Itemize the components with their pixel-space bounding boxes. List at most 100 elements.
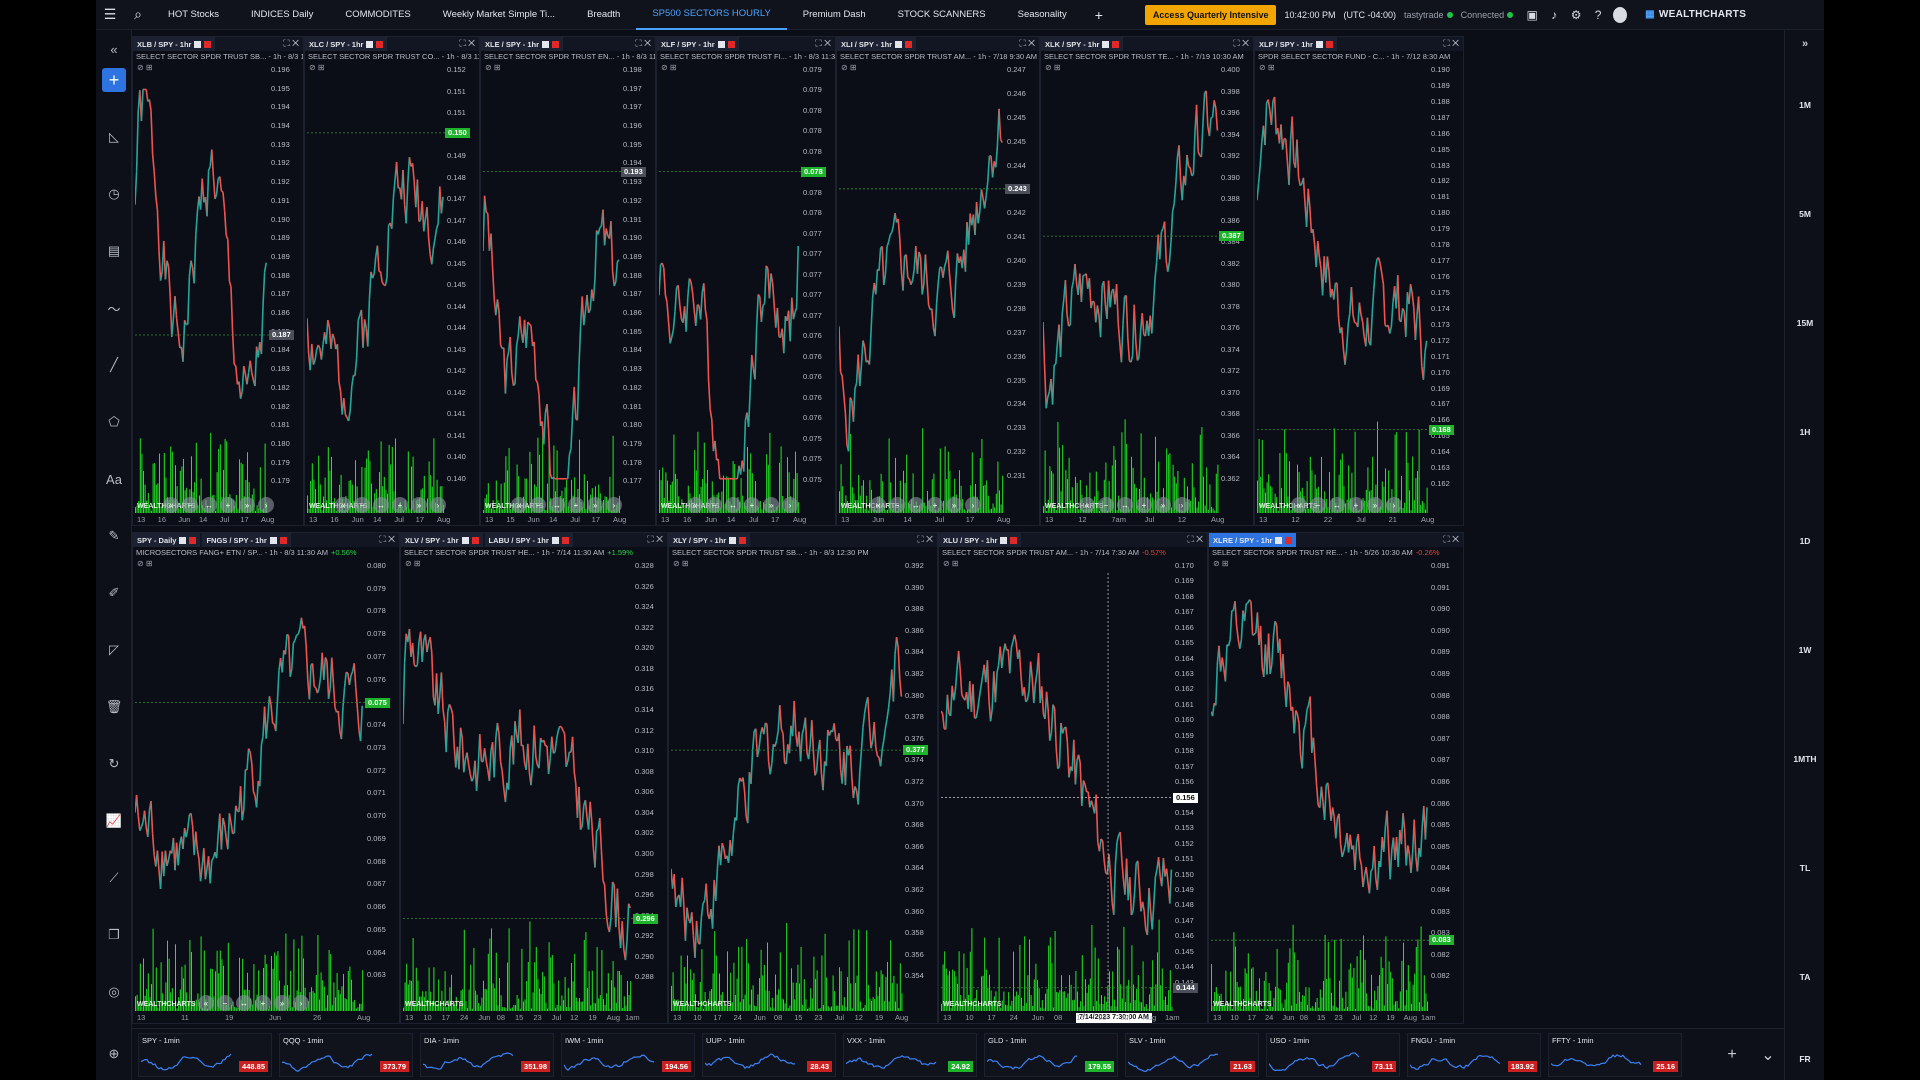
timezone[interactable]: (UTC -04:00) bbox=[1344, 10, 1397, 20]
calendar-icon[interactable]: ▤ bbox=[102, 239, 126, 263]
ticker-card[interactable]: GLD - 1min 179.55 bbox=[984, 1033, 1118, 1077]
symbol-chip[interactable]: XLRE / SPY - 1hr bbox=[1209, 533, 1297, 547]
chart-panel-2[interactable]: XLE / SPY - 1hr ⛶ ✕ SELECT SECTOR SPDR TRU… bbox=[480, 36, 656, 526]
panel-window-controls-icon[interactable]: ⛶ ✕ bbox=[635, 38, 651, 49]
remove-icon[interactable] bbox=[279, 536, 287, 544]
ticker-card[interactable]: IWM - 1min 194.56 bbox=[561, 1033, 695, 1077]
price-axis[interactable]: 0.198 0.197 0.197 0.196 0.195 0.194 0.193 0.192… bbox=[623, 65, 653, 495]
zoom-out-icon[interactable]: − bbox=[706, 497, 722, 513]
zoom-out-icon[interactable]: − bbox=[1310, 497, 1326, 513]
remove-icon[interactable] bbox=[1010, 536, 1018, 544]
indicator-toggle-icon[interactable]: ⊘ ⊞ bbox=[1213, 559, 1229, 568]
symbol-chip[interactable]: XLK / SPY - 1hr bbox=[1041, 37, 1124, 51]
remove-icon[interactable] bbox=[552, 40, 560, 48]
zoom-in-icon[interactable]: + bbox=[744, 497, 760, 513]
time-axis[interactable]: 13 Jun 14 Jul 17 Aug bbox=[837, 513, 1039, 525]
price-plot[interactable] bbox=[135, 573, 365, 1011]
tab-7[interactable]: STOCK SCANNERS bbox=[882, 0, 1002, 30]
reset-icon[interactable]: › bbox=[782, 497, 798, 513]
expand-strip-icon[interactable]: ⌄ bbox=[1748, 1037, 1788, 1073]
settings-icon[interactable] bbox=[179, 536, 187, 544]
tab-3[interactable]: Weekly Market Simple Ti... bbox=[427, 0, 571, 30]
ruler-icon[interactable]: ◺ bbox=[102, 125, 126, 149]
time-axis[interactable]: 13 12 7am Jul 12 Aug bbox=[1041, 513, 1253, 525]
zoom-out-icon[interactable]: − bbox=[1098, 497, 1114, 513]
text-tool-icon[interactable]: Aa bbox=[102, 467, 126, 491]
ticker-card[interactable]: FFTY - 1min 25.16 bbox=[1548, 1033, 1682, 1077]
tab-8[interactable]: Seasonality bbox=[1002, 0, 1083, 30]
remove-icon[interactable] bbox=[189, 536, 197, 544]
panel-window-controls-icon[interactable]: ⛶ ✕ bbox=[647, 534, 663, 545]
zoom-in-icon[interactable]: + bbox=[255, 995, 271, 1011]
time-axis[interactable]: 13 16 Jun 14 Jul 17 Aug bbox=[133, 513, 303, 525]
scroll-left-icon[interactable]: « bbox=[1291, 497, 1307, 513]
price-axis[interactable]: 0.392 0.390 0.388 0.386 0.384 0.382 0.380 0.378… bbox=[905, 561, 935, 993]
timeframe-1mth[interactable]: 1MTH bbox=[1785, 754, 1824, 764]
settings-icon[interactable] bbox=[895, 40, 903, 48]
timeframe-1h[interactable]: 1H bbox=[1785, 427, 1824, 437]
symbol-chip[interactable]: XLU / SPY - 1hr bbox=[939, 533, 1022, 547]
scroll-left-icon[interactable]: « bbox=[198, 995, 214, 1011]
scroll-right-icon[interactable]: » bbox=[946, 497, 962, 513]
price-plot[interactable] bbox=[135, 77, 269, 513]
panel-window-controls-icon[interactable]: ⛶ ✕ bbox=[1187, 534, 1203, 545]
ticker-card[interactable]: FNGU - 1min 183.92 bbox=[1407, 1033, 1541, 1077]
indicator-toggle-icon[interactable]: ⊘ ⊞ bbox=[673, 559, 689, 568]
chart-panel-8[interactable]: XLV / SPY - 1hr LABU / SPY - 1hr ⛶ ✕ SELECT… bbox=[400, 532, 668, 1024]
indicator-toggle-icon[interactable]: ⊘ ⊞ bbox=[1259, 63, 1275, 72]
zoom-in-icon[interactable]: + bbox=[1348, 497, 1364, 513]
panel-window-controls-icon[interactable]: ⛶ ✕ bbox=[1019, 38, 1035, 49]
ticker-card[interactable]: DIA - 1min 351.98 bbox=[420, 1033, 554, 1077]
indicator-toggle-icon[interactable]: ⊘ ⊞ bbox=[485, 63, 501, 72]
panel-window-controls-icon[interactable]: ⛶ ✕ bbox=[1443, 534, 1459, 545]
reset-icon[interactable]: › bbox=[1386, 497, 1402, 513]
remove-icon[interactable] bbox=[905, 40, 913, 48]
trend-icon[interactable]: 〜 bbox=[102, 296, 126, 320]
indicator-toggle-icon[interactable]: ⊘ ⊞ bbox=[309, 63, 325, 72]
settings-icon[interactable] bbox=[366, 40, 374, 48]
chart-panel-9[interactable]: XLY / SPY - 1hr ⛶ ✕ SELECT SECTOR SPDR TRU… bbox=[668, 532, 938, 1024]
price-plot[interactable] bbox=[307, 77, 445, 513]
time-axis[interactable]: 13 15 Jun 14 Jul 17 Aug bbox=[481, 513, 655, 525]
price-axis[interactable]: 0.170 0.169 0.168 0.167 0.166 0.165 0.164 0.163… bbox=[1175, 561, 1205, 993]
panel-window-controls-icon[interactable]: ⛶ ✕ bbox=[917, 534, 933, 545]
remove-icon[interactable] bbox=[1285, 536, 1293, 544]
panel-window-controls-icon[interactable]: ⛶ ✕ bbox=[815, 38, 831, 49]
ticker-card[interactable]: VXX - 1min 24.92 bbox=[843, 1033, 977, 1077]
zoom-out-icon[interactable]: − bbox=[889, 497, 905, 513]
chart-panel-11[interactable]: XLRE / SPY - 1hr ⛶ ✕ SELECT SECTOR SPDR TR… bbox=[1208, 532, 1464, 1024]
remove-icon[interactable] bbox=[561, 536, 569, 544]
reset-icon[interactable]: › bbox=[1174, 497, 1190, 513]
promo-button[interactable]: Access Quarterly Intensive bbox=[1144, 4, 1277, 25]
ticker-card[interactable]: SLV - 1min 21.63 bbox=[1125, 1033, 1259, 1077]
price-axis[interactable]: 0.328 0.326 0.324 0.322 0.320 0.318 0.316 0.314… bbox=[635, 561, 665, 993]
price-axis[interactable]: 0.400 0.398 0.396 0.394 0.392 0.390 0.388 0.386… bbox=[1221, 65, 1251, 495]
bell-icon[interactable]: ♪ bbox=[1547, 8, 1561, 22]
panel-window-controls-icon[interactable]: ⛶ ✕ bbox=[1233, 38, 1249, 49]
scroll-left-icon[interactable]: « bbox=[687, 497, 703, 513]
reset-icon[interactable]: › bbox=[606, 497, 622, 513]
price-axis[interactable]: 0.091 0.091 0.090 0.090 0.089 0.089 0.088 0.088… bbox=[1431, 561, 1461, 993]
indicator-toggle-icon[interactable]: ⊘ ⊞ bbox=[137, 63, 153, 72]
pencil-icon[interactable]: ✐ bbox=[102, 581, 126, 605]
tab-1[interactable]: INDICES Daily bbox=[235, 0, 329, 30]
tab-4[interactable]: Breadth bbox=[571, 0, 636, 30]
scroll-right-icon[interactable]: » bbox=[411, 497, 427, 513]
indicator-toggle-icon[interactable]: ⊘ ⊞ bbox=[943, 559, 959, 568]
indicator-toggle-icon[interactable]: ⊘ ⊞ bbox=[841, 63, 857, 72]
symbol-chip[interactable]: FNGS / SPY - 1hr bbox=[202, 533, 291, 547]
settings-icon[interactable] bbox=[461, 536, 469, 544]
reset-icon[interactable]: › bbox=[965, 497, 981, 513]
zoom-out-icon[interactable]: − bbox=[217, 995, 233, 1011]
reset-icon[interactable]: › bbox=[258, 497, 274, 513]
zoom-out-icon[interactable]: − bbox=[354, 497, 370, 513]
panel-window-controls-icon[interactable]: ⛶ ✕ bbox=[283, 38, 299, 49]
chart-panel-5[interactable]: XLK / SPY - 1hr ⛶ ✕ SELECT SECTOR SPDR TRU… bbox=[1040, 36, 1254, 526]
scroll-right-icon[interactable]: » bbox=[239, 497, 255, 513]
timeframe-5m[interactable]: 5M bbox=[1785, 209, 1824, 219]
ticker-card[interactable]: SPY - 1min 448.85 bbox=[138, 1033, 272, 1077]
price-plot[interactable] bbox=[1043, 77, 1219, 513]
symbol-chip[interactable]: XLY / SPY - 1hr bbox=[669, 533, 751, 547]
settings-icon[interactable] bbox=[551, 536, 559, 544]
chart-panel-10[interactable]: XLU / SPY - 1hr ⛶ ✕ SELECT SECTOR SPDR TRU… bbox=[938, 532, 1208, 1024]
